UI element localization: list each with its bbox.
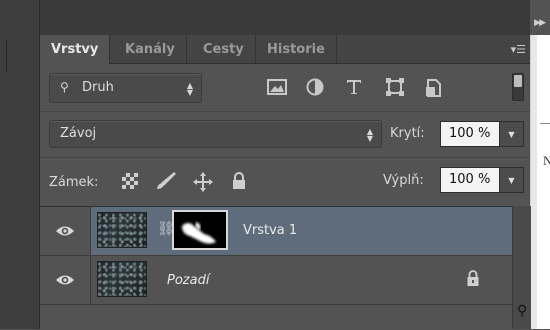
collapse-panel-icon[interactable]: ▶▶ [534, 18, 546, 28]
layer-row-vrstva-1[interactable]: ⛓ Vrstva 1 [40, 207, 512, 256]
visibility-cell[interactable] [40, 207, 91, 255]
shape-filter-icon[interactable] [385, 78, 405, 98]
layer-locked-icon [467, 270, 479, 286]
document-area-right: N [530, 35, 550, 329]
panel-menu-icon[interactable]: ▾☰ [506, 44, 526, 56]
search-icon: ⚲ [60, 80, 69, 94]
fill-label: Výplň: [383, 173, 424, 188]
layer-thumbnail[interactable] [97, 212, 147, 248]
lock-transparency-icon[interactable] [121, 172, 139, 190]
blend-mode-value: Závoj [60, 126, 97, 141]
divider [40, 157, 530, 158]
layer-mask-thumbnail[interactable] [172, 210, 228, 250]
updown-arrows-icon: ▲ ▼ [186, 81, 193, 97]
opacity-input[interactable]: 100 % [440, 121, 500, 147]
document-letter: N [543, 153, 550, 168]
tab-layers[interactable]: Vrstvy [40, 35, 111, 64]
filter-toggle-knob [514, 75, 522, 87]
panel-tabbar: Vrstvy Kanály Cesty Historie ▾☰ [40, 35, 530, 64]
lock-position-move-icon[interactable] [193, 172, 213, 192]
opacity-dropdown-button[interactable]: ▼ [500, 121, 524, 147]
visibility-cell[interactable] [40, 256, 91, 304]
filter-toggle-switch[interactable] [512, 73, 524, 101]
lock-label: Zámek: [49, 175, 99, 190]
layer-filter-dropdown[interactable]: ⚲ Druh ▲ ▼ [49, 73, 202, 103]
layers-list: ⛓ Vrstva 1 Pozadí [40, 206, 512, 330]
zoom-cursor-icon: ⚲ [517, 303, 528, 319]
image-filter-icon[interactable] [267, 78, 287, 98]
document-scrollbar[interactable] [530, 35, 537, 329]
layer-row-background[interactable]: Pozadí [40, 256, 512, 305]
tab-paths[interactable]: Cesty [192, 35, 256, 63]
type-filter-icon[interactable] [345, 78, 365, 98]
fill-dropdown-button[interactable]: ▼ [500, 167, 524, 193]
opacity-label: Krytí: [390, 126, 425, 141]
panel-dock-header: ▶▶ [40, 0, 546, 36]
divider [40, 111, 530, 112]
document-rule [540, 123, 550, 124]
layer-name[interactable]: Pozadí [167, 273, 209, 288]
mask-shape [182, 222, 216, 244]
tab-channels[interactable]: Kanály [114, 35, 187, 63]
adjustment-filter-icon[interactable] [306, 78, 326, 98]
smart-object-filter-icon[interactable] [424, 78, 444, 98]
layer-thumbnail[interactable] [97, 261, 147, 297]
lock-all-icon[interactable] [231, 172, 249, 190]
canvas-area-left [0, 0, 40, 329]
fill-input[interactable]: 100 % [440, 167, 500, 193]
eye-icon [56, 275, 74, 285]
tab-history[interactable]: Historie [256, 35, 337, 63]
eye-icon [56, 226, 74, 236]
updown-arrows-icon: ▲ ▼ [366, 127, 373, 143]
blend-mode-dropdown[interactable]: Závoj ▲ ▼ [49, 120, 382, 148]
ruler-mark [6, 40, 7, 72]
lock-pixels-brush-icon[interactable] [155, 172, 176, 190]
filter-kind-label: Druh [82, 80, 114, 95]
layer-name[interactable]: Vrstva 1 [243, 223, 297, 238]
